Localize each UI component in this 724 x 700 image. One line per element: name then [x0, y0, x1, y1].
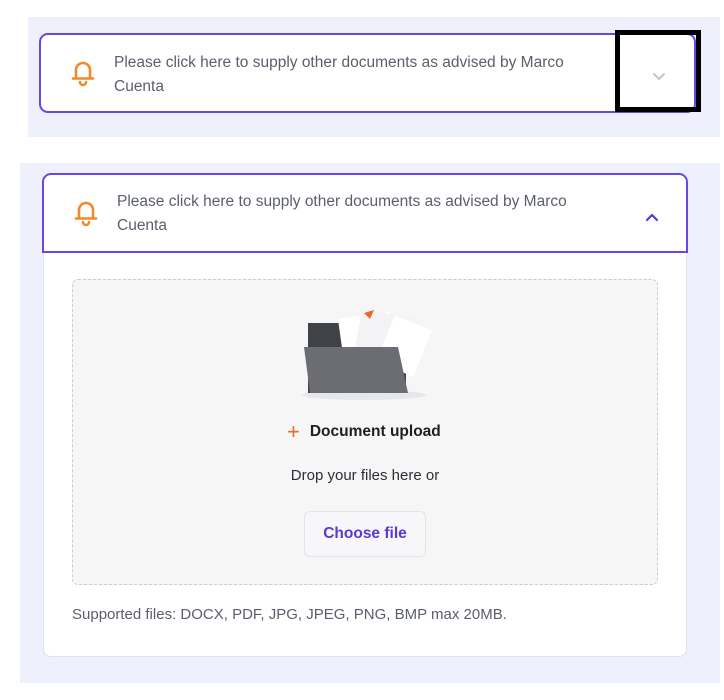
bell-icon	[69, 57, 97, 89]
plus-icon: +	[287, 419, 300, 444]
accordion-header-collapsed[interactable]: Please click here to supply other docume…	[39, 33, 696, 113]
accordion-message: Please click here to supply other docume…	[114, 54, 564, 95]
focus-highlight-box	[615, 30, 701, 112]
accordion-header-expanded[interactable]: Please click here to supply other docume…	[42, 173, 688, 253]
folder-illustration	[294, 305, 434, 405]
supported-files-text: Supported files: DOCX, PDF, JPG, JPEG, P…	[72, 606, 507, 623]
bell-icon	[72, 197, 100, 229]
chevron-up-icon[interactable]	[644, 209, 660, 222]
drop-files-text: Drop your files here or	[290, 467, 440, 484]
accordion-message: Please click here to supply other docume…	[117, 193, 567, 234]
document-upload-label: Document upload	[309, 423, 441, 440]
document-upload-title: + Document upload	[287, 420, 441, 444]
choose-file-button[interactable]: Choose file	[304, 511, 426, 557]
